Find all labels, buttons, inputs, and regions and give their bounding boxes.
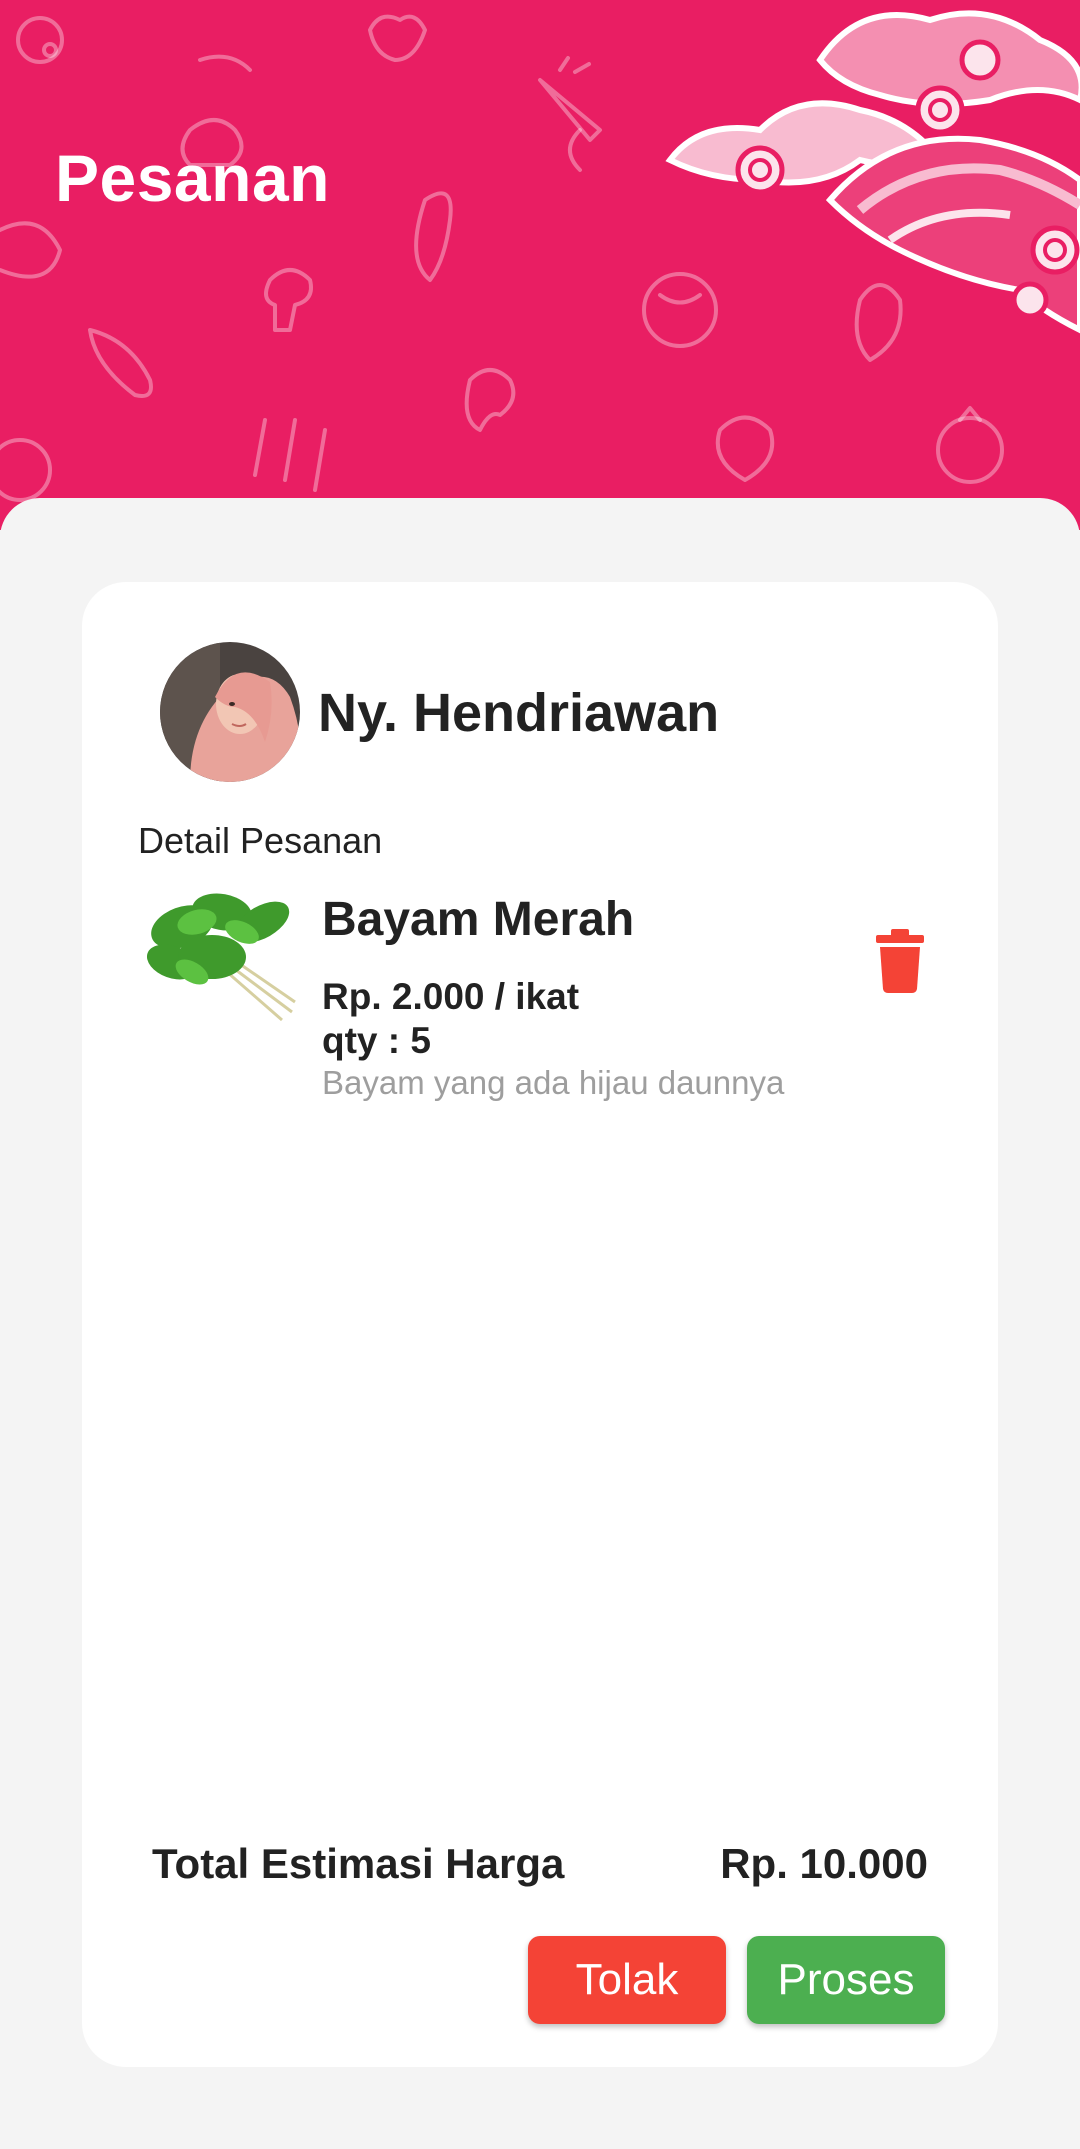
mega-mendung-cloud-ornament — [665, 10, 1080, 334]
customer-avatar-image — [160, 642, 300, 782]
order-card: Ny. Hendriawan Detail Pesanan Bayam Mera… — [82, 582, 998, 2067]
product-name: Bayam Merah — [322, 893, 635, 946]
trash-icon[interactable] — [872, 927, 928, 993]
total-value: Rp. 10.000 — [720, 1840, 928, 1887]
product-price: Rp. 2.000 / ikat — [322, 976, 580, 1017]
customer-name: Ny. Hendriawan — [318, 683, 720, 743]
section-label-order-detail: Detail Pesanan — [138, 820, 383, 861]
product-qty: qty : 5 — [322, 1020, 431, 1061]
total-label: Total Estimasi Harga — [152, 1840, 565, 1887]
header-banner: Pesanan — [0, 0, 1080, 530]
avatar — [160, 642, 300, 782]
page-title: Pesanan — [55, 141, 330, 215]
process-button[interactable]: Proses — [747, 1936, 945, 2024]
product-image — [146, 893, 296, 1022]
reject-button[interactable]: Tolak — [528, 1936, 726, 2024]
product-description: Bayam yang ada hijau daunnya — [322, 1064, 785, 1101]
